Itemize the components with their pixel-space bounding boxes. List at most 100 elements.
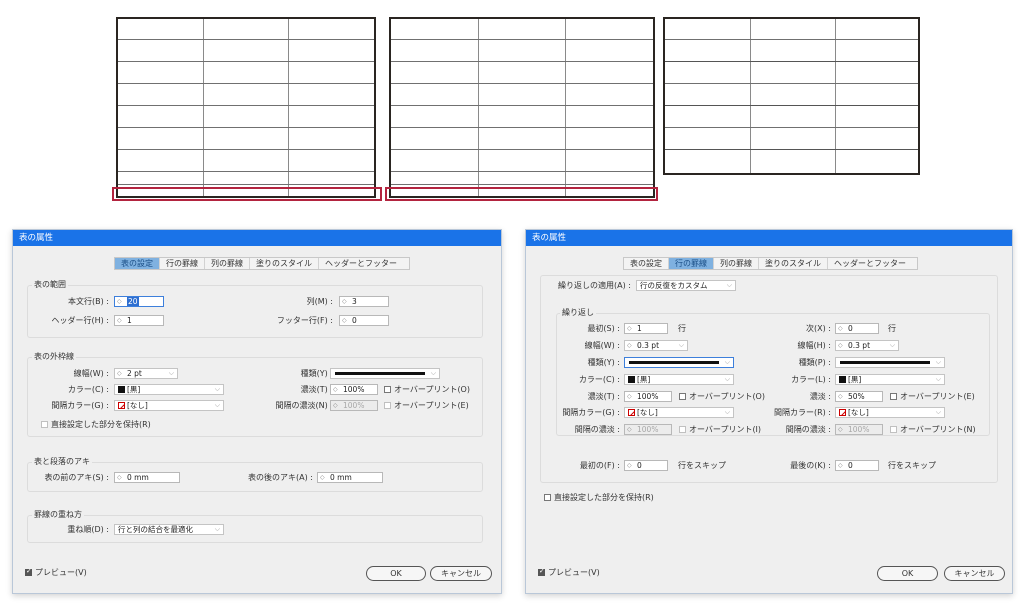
alternating-pattern-dropdown[interactable]: 行の反復をカスタム ⌵ (636, 280, 736, 291)
spinner-icon[interactable]: ◇ (320, 473, 325, 482)
weight-w-field[interactable]: ◇ 0.3 pt ⌵ (624, 340, 688, 351)
chevron-down-icon[interactable]: ⌵ (936, 358, 941, 367)
ok-button[interactable]: OK (366, 566, 426, 581)
checkbox-icon[interactable] (384, 386, 391, 393)
spinner-icon[interactable]: ◇ (117, 297, 122, 306)
tab-table-setup[interactable]: 表の設定 (115, 258, 160, 269)
space-before-field[interactable]: ◇ 0 mm (114, 472, 180, 483)
next-field[interactable]: ◇ 0 (835, 323, 879, 334)
gap-color-dropdown[interactable]: [なし] ⌵ (114, 400, 224, 411)
tint-t-field[interactable]: ◇ 100% (624, 391, 672, 402)
spinner-icon[interactable]: ◇ (342, 297, 347, 306)
body-rows-field[interactable]: ◇ 20 (114, 296, 164, 307)
overprint-i-checkbox[interactable]: オーバープリント(I) (679, 424, 761, 435)
skip-last-field[interactable]: ◇ 0 (835, 460, 879, 471)
gap-tint-1-field[interactable]: ◇ 100% (624, 424, 672, 435)
overprint-n-checkbox[interactable]: オーバープリント(N) (890, 424, 976, 435)
tab-headers-footers[interactable]: ヘッダーとフッター (828, 258, 912, 269)
checkbox-icon[interactable] (25, 567, 32, 576)
preview-checkbox[interactable]: プレビュー(V) (538, 567, 600, 578)
table-options-dialog-2: 表の属性 表の設定 行の罫線 列の罫線 塗りのスタイル ヘッダーとフッター 繰り… (525, 229, 1013, 594)
gap-tint-field[interactable]: ◇ 100% (330, 400, 378, 411)
chevron-down-icon[interactable]: ⌵ (679, 341, 684, 350)
spinner-icon[interactable]: ◇ (627, 392, 632, 401)
spinner-icon[interactable]: ◇ (333, 401, 338, 410)
checkbox-icon[interactable] (41, 421, 48, 428)
chevron-down-icon[interactable]: ⌵ (725, 375, 730, 384)
spinner-icon[interactable]: ◇ (838, 392, 843, 401)
checkbox-icon[interactable] (890, 426, 897, 433)
first-field[interactable]: ◇ 1 (624, 323, 668, 334)
preserve-formatting-checkbox[interactable]: 直接設定した部分を保持(R) (544, 492, 654, 503)
gap-color-r-dropdown[interactable]: [なし] ⌵ (835, 407, 945, 418)
tab-row-strokes[interactable]: 行の罫線 (669, 258, 714, 269)
footer-rows-field[interactable]: ◇ 0 (339, 315, 389, 326)
header-rows-field[interactable]: ◇ 1 (114, 315, 164, 326)
overprint-e-checkbox[interactable]: オーバープリント(E) (890, 391, 975, 402)
color-c-dropdown[interactable]: [黒] ⌵ (624, 374, 734, 385)
tab-table-setup[interactable]: 表の設定 (624, 258, 669, 269)
tab-column-strokes[interactable]: 列の罫線 (205, 258, 250, 269)
checkbox-icon[interactable] (890, 393, 897, 400)
chevron-down-icon[interactable]: ⌵ (727, 281, 732, 290)
gap-tint-2-field[interactable]: ◇ 100% (835, 424, 883, 435)
chevron-down-icon[interactable]: ⌵ (936, 375, 941, 384)
tab-row-strokes[interactable]: 行の罫線 (160, 258, 205, 269)
chevron-down-icon[interactable]: ⌵ (215, 401, 220, 410)
tint-2-field[interactable]: ◇ 50% (835, 391, 883, 402)
tab-fills[interactable]: 塗りのスタイル (759, 258, 828, 269)
color-l-dropdown[interactable]: [黒] ⌵ (835, 374, 945, 385)
spinner-icon[interactable]: ◇ (627, 341, 632, 350)
spinner-icon[interactable]: ◇ (627, 425, 632, 434)
preview-checkbox[interactable]: プレビュー(V) (25, 567, 87, 578)
gap-color-g-dropdown[interactable]: [なし] ⌵ (624, 407, 734, 418)
preserve-formatting-checkbox[interactable]: 直接設定した部分を保持(R) (41, 419, 151, 430)
spinner-icon[interactable]: ◇ (117, 369, 122, 378)
spinner-icon[interactable]: ◇ (342, 316, 347, 325)
type-p-dropdown[interactable]: ⌵ (835, 357, 945, 368)
checkbox-icon[interactable] (544, 494, 551, 501)
overprint-checkbox[interactable]: オーバープリント(O) (384, 384, 470, 395)
checkbox-icon[interactable] (679, 426, 686, 433)
tint-field[interactable]: ◇ 100% (330, 384, 378, 395)
cancel-button[interactable]: キャンセル (430, 566, 492, 581)
chevron-down-icon[interactable]: ⌵ (936, 408, 941, 417)
chevron-down-icon[interactable]: ⌵ (169, 369, 174, 378)
spinner-icon[interactable]: ◇ (117, 473, 122, 482)
chevron-down-icon[interactable]: ⌵ (725, 408, 730, 417)
cancel-button[interactable]: キャンセル (944, 566, 1005, 581)
spinner-icon[interactable]: ◇ (117, 316, 122, 325)
spinner-icon[interactable]: ◇ (838, 425, 843, 434)
type-dropdown[interactable]: ⌵ (330, 368, 440, 379)
weight-h-field[interactable]: ◇ 0.3 pt ⌵ (835, 340, 899, 351)
space-after-field[interactable]: ◇ 0 mm (317, 472, 383, 483)
gap-overprint-checkbox[interactable]: オーバープリント(E) (384, 400, 469, 411)
ok-button[interactable]: OK (877, 566, 938, 581)
chevron-down-icon[interactable]: ⌵ (725, 358, 730, 367)
weight-w-label: 線幅(W) : (584, 341, 620, 350)
spinner-icon[interactable]: ◇ (838, 461, 843, 470)
color-dropdown[interactable]: [黒] ⌵ (114, 384, 224, 395)
chevron-down-icon[interactable]: ⌵ (431, 369, 436, 378)
skip-first-field[interactable]: ◇ 0 (624, 460, 668, 471)
tab-headers-footers[interactable]: ヘッダーとフッター (319, 258, 403, 269)
checkbox-icon[interactable] (538, 567, 545, 576)
checkbox-icon[interactable] (679, 393, 686, 400)
spinner-icon[interactable]: ◇ (627, 461, 632, 470)
type-y-dropdown[interactable]: ⌵ (624, 357, 734, 368)
spinner-icon[interactable]: ◇ (333, 385, 338, 394)
overprint-o-checkbox[interactable]: オーバープリント(O) (679, 391, 765, 402)
checkbox-icon[interactable] (384, 402, 391, 409)
spinner-icon[interactable]: ◇ (627, 324, 632, 333)
draw-order-dropdown[interactable]: 行と列の結合を最適化 ⌵ (114, 524, 224, 535)
tab-fills[interactable]: 塗りのスタイル (250, 258, 319, 269)
columns-field[interactable]: ◇ 3 (339, 296, 389, 307)
spinner-icon[interactable]: ◇ (838, 341, 843, 350)
weight-field[interactable]: ◇ 2 pt ⌵ (114, 368, 178, 379)
chevron-down-icon[interactable]: ⌵ (215, 385, 220, 394)
chevron-down-icon[interactable]: ⌵ (890, 341, 895, 350)
chevron-down-icon[interactable]: ⌵ (215, 525, 220, 534)
gap-tint-label: 間隔の濃淡(N) : (275, 401, 333, 410)
spinner-icon[interactable]: ◇ (838, 324, 843, 333)
tab-column-strokes[interactable]: 列の罫線 (714, 258, 759, 269)
